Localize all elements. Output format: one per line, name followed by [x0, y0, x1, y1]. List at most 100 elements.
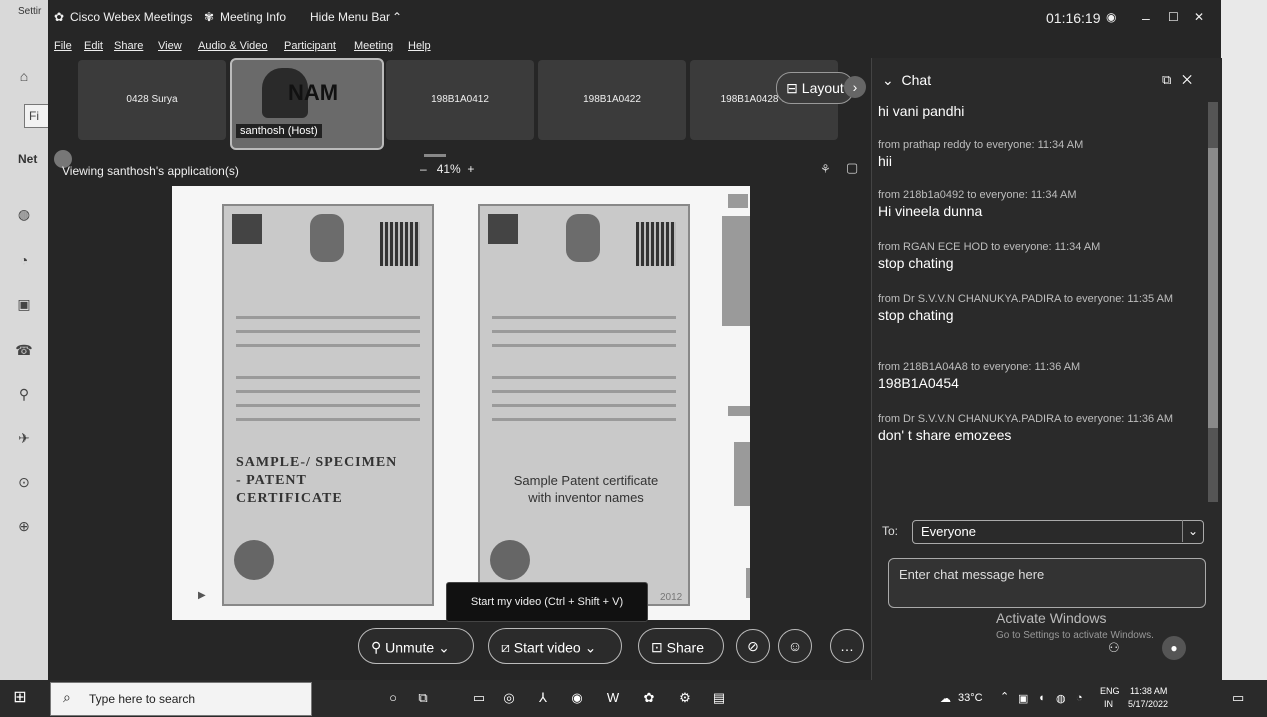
play-icon[interactable]: ▶	[198, 590, 206, 601]
search-placeholder: Type here to search	[89, 692, 196, 706]
unmute-button[interactable]: ⚲ Unmute ⌄	[358, 628, 474, 664]
settings-icon[interactable]: ⚙	[676, 689, 694, 707]
participant-name: 198B1A0422	[583, 94, 641, 105]
chevron-up-icon[interactable]: ⌃	[1000, 690, 1009, 703]
seal-icon	[490, 540, 530, 580]
language[interactable]: ENG	[1100, 686, 1120, 696]
chevron-down-icon[interactable]: ⌄	[882, 72, 894, 88]
task-view-icon[interactable]: ⧉	[414, 689, 432, 707]
word-icon[interactable]: W	[604, 689, 622, 707]
chat-message-text: hi vani pandhi	[878, 103, 965, 119]
recipient-select[interactable]: Everyone	[912, 520, 1204, 544]
wifi-icon[interactable]: ◔	[1076, 692, 1083, 704]
chat-title: Chat	[901, 72, 932, 88]
home-icon[interactable]: ⌂	[14, 66, 34, 86]
chevron-down-icon[interactable]: ⌄	[1182, 520, 1203, 542]
share-button[interactable]: ⊡ Share	[638, 628, 724, 664]
chevron-down-icon[interactable]: ⌄	[585, 639, 597, 655]
page-number: 2012	[660, 592, 683, 603]
zoom-control[interactable]: – 41% +	[420, 162, 474, 176]
chat-message: from 218B1A04A8 to everyone: 11:36 AM 198…	[878, 360, 1198, 392]
certificate-page: Sample Patent certificate with inventor …	[478, 204, 690, 606]
menu-share[interactable]: Share	[114, 40, 143, 52]
chevron-up-icon[interactable]: ⌃	[392, 10, 402, 24]
menu-edit[interactable]: Edit	[84, 40, 103, 52]
menu-view[interactable]: View	[158, 40, 182, 52]
acrobat-icon[interactable]: ⅄	[534, 689, 552, 707]
menu-file[interactable]: File	[54, 40, 72, 52]
reactions-icon[interactable]: ☺	[778, 629, 812, 663]
clock-time[interactable]: 11:38 AM	[1130, 686, 1167, 696]
start-video-button[interactable]: ⧄ Start video ⌄	[488, 628, 622, 664]
notifications-icon[interactable]: ▭	[1232, 690, 1244, 706]
more-options-icon[interactable]: …	[830, 629, 864, 663]
popout-icon[interactable]: ⧉	[1162, 72, 1171, 87]
emblem-icon	[310, 214, 344, 262]
dialup-icon[interactable]: ☎	[14, 340, 34, 360]
qr-code-icon	[380, 222, 420, 266]
region[interactable]: IN	[1104, 699, 1113, 709]
wifi-icon[interactable]: ◔	[14, 250, 34, 270]
chevron-down-icon[interactable]: ⌄	[438, 639, 450, 655]
certificate-caption: Sample Patent certificate with inventor …	[513, 473, 659, 505]
participant-tile[interactable]: 198B1A0412	[386, 60, 534, 140]
chat-bubble-icon[interactable]: ●	[1162, 636, 1186, 660]
chat-header[interactable]: ⌄ Chat	[882, 72, 931, 89]
proxy-icon[interactable]: ⊕	[14, 516, 34, 536]
recording-icon[interactable]: ⊘	[736, 629, 770, 663]
layout-button[interactable]: ⊟ Layout	[776, 72, 854, 104]
file-explorer-icon[interactable]: ▭	[470, 689, 488, 707]
chat-input[interactable]: Enter chat message here	[888, 558, 1206, 608]
cortana-icon[interactable]: ○	[384, 689, 402, 707]
chat-message-text: 198B1A0454	[878, 375, 959, 391]
chat-message: from 218b1a0492 to everyone: 11:34 AM Hi …	[878, 188, 1198, 220]
vpn-icon[interactable]: ⚲	[14, 384, 34, 404]
chat-scrollbar-thumb[interactable]	[1208, 148, 1218, 428]
popout-icon[interactable]: ▢	[846, 160, 858, 176]
close-icon[interactable]: ✕	[1182, 72, 1192, 87]
chrome-icon[interactable]: ◎	[500, 689, 518, 707]
meeting-info-button[interactable]: Meeting Info	[220, 10, 286, 24]
webex-taskbar-icon[interactable]: ✿	[640, 689, 658, 707]
layout-icon: ⊟	[786, 80, 802, 96]
close-button[interactable]: ✕	[1194, 10, 1204, 24]
maximize-button[interactable]: ☐	[1168, 10, 1179, 24]
temperature[interactable]: 33°C	[958, 692, 983, 704]
minimize-button[interactable]: –	[1142, 10, 1150, 26]
zoom-out-button[interactable]: –	[420, 162, 427, 176]
host-video-tile[interactable]: NAM santhosh (Host)	[230, 58, 384, 150]
annotate-icon[interactable]: ⚘	[820, 162, 831, 176]
microphone-icon[interactable]: ◍	[1056, 692, 1066, 705]
chat-message-meta: from Dr S.V.V.N CHANUKYA.PADIRA to every…	[878, 293, 1174, 305]
menu-meeting[interactable]: Meeting	[354, 40, 393, 52]
menu-participant[interactable]: Participant	[284, 40, 336, 52]
hide-menu-bar-button[interactable]: Hide Menu Bar	[310, 10, 390, 24]
participant-tile[interactable]: 0428 Surya	[78, 60, 226, 140]
clock-date[interactable]: 5/17/2022	[1128, 699, 1168, 709]
chat-message-text: stop chating	[878, 255, 954, 271]
volume-icon[interactable]: ◖	[1038, 692, 1045, 704]
chat-message-text: hii	[878, 153, 893, 169]
page-thumbnail	[746, 568, 750, 598]
zoom-level: 41%	[436, 162, 461, 176]
hotspot-icon[interactable]: ⊙	[14, 472, 34, 492]
status-icon: ◉	[1106, 10, 1117, 24]
chevron-right-icon[interactable]: ›	[844, 76, 866, 98]
ethernet-icon[interactable]: ▣	[14, 294, 34, 314]
zoom-app-icon[interactable]: ◉	[568, 689, 586, 707]
globe-icon[interactable]: ◍	[14, 204, 34, 224]
network-icon[interactable]: ▣	[1018, 692, 1028, 705]
zoom-in-button[interactable]: +	[467, 162, 474, 176]
weather-icon[interactable]: ☁	[940, 692, 951, 705]
taskbar: ⊞ ⌕ Type here to search ○ ⧉ ▭ ◎ ⅄ ◉ W ✿ …	[0, 680, 1267, 717]
video-off-icon: ⧄	[501, 639, 510, 656]
menu-audio-video[interactable]: Audio & Video	[198, 40, 268, 52]
taskbar-search[interactable]: ⌕ Type here to search	[50, 682, 312, 716]
windows-start-icon[interactable]: ⊞	[10, 688, 30, 708]
participant-tile[interactable]: 198B1A0422	[538, 60, 686, 140]
airplane-icon[interactable]: ✈	[14, 428, 34, 448]
participants-icon[interactable]: ⚇	[1108, 640, 1120, 656]
photos-icon[interactable]: ▤	[710, 689, 728, 707]
activate-windows-subtitle: Go to Settings to activate Windows.	[996, 630, 1154, 641]
menu-help[interactable]: Help	[408, 40, 431, 52]
